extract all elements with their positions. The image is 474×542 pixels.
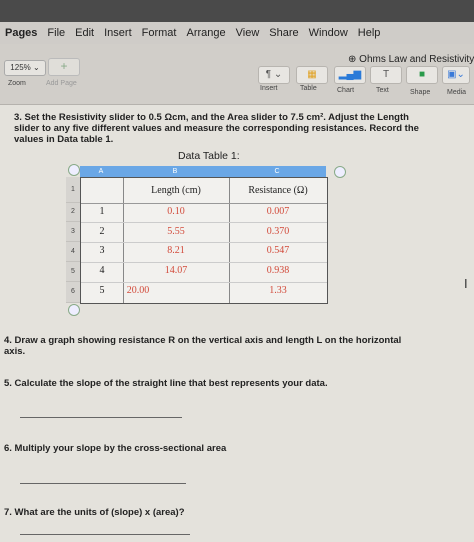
add-column-handle[interactable]	[334, 166, 346, 178]
header-length[interactable]: Length (cm)	[123, 185, 229, 196]
trial-cell[interactable]: 4	[81, 265, 123, 276]
insert-label: Insert	[260, 85, 278, 92]
length-cell[interactable]: 0.10	[123, 206, 229, 217]
menu-edit[interactable]: Edit	[75, 27, 94, 39]
menu-window[interactable]: Window	[309, 27, 348, 39]
trial-cell[interactable]: 3	[81, 245, 123, 256]
shape-button[interactable]: ■	[406, 66, 438, 84]
question-7[interactable]: 7. What are the units of (slope) x (area…	[4, 507, 424, 518]
trial-cell[interactable]: 1	[81, 206, 123, 217]
shape-icon: ■	[418, 69, 426, 80]
media-icon: ▣⌄	[447, 69, 465, 80]
menu-insert[interactable]: Insert	[104, 27, 132, 39]
data-table: Length (cm) Resistance (Ω) 1 0.10 0.007 …	[80, 177, 328, 304]
zoom-select[interactable]: 125% ⌄	[4, 60, 46, 76]
row-header-4[interactable]: 4	[66, 242, 80, 262]
question-3[interactable]: 3. Set the Resistivity slider to 0.5 Ωcm…	[14, 112, 426, 145]
doc-icon: ⊕	[348, 54, 360, 65]
question-5[interactable]: 5. Calculate the slope of the straight l…	[4, 378, 424, 389]
length-cell[interactable]: 8.21	[123, 245, 229, 256]
zoom-label: Zoom	[8, 80, 26, 87]
row-divider	[81, 242, 327, 243]
row-divider	[81, 222, 327, 223]
zoom-value: 125%	[10, 63, 31, 72]
resistance-cell[interactable]: 0.547	[229, 245, 327, 256]
row-divider	[81, 262, 327, 263]
resistance-cell[interactable]: 1.33	[229, 285, 327, 296]
menu-format[interactable]: Format	[142, 27, 177, 39]
media-label: Media	[447, 89, 467, 96]
document-title-text: Ohms Law and Resistivity	[359, 54, 474, 65]
table-title[interactable]: Data Table 1:	[178, 150, 240, 162]
row-header-5[interactable]: 5	[66, 262, 80, 282]
window-top-strip	[0, 0, 474, 22]
shape-label: Shape	[410, 89, 431, 96]
resistance-cell[interactable]: 0.938	[229, 265, 327, 276]
length-cell[interactable]: 5.55	[123, 226, 229, 237]
chart-label: Chart	[337, 87, 355, 94]
trial-cell[interactable]: 5	[81, 285, 123, 296]
column-header-c[interactable]: C	[228, 166, 326, 177]
row-divider	[81, 203, 327, 204]
table-label: Table	[300, 85, 317, 92]
document-title: ⊕ Ohms Law and Resistivity	[348, 54, 474, 65]
text-icon: T	[382, 69, 390, 80]
chart-icon: ▂▄▆	[338, 69, 362, 80]
trial-cell[interactable]: 2	[81, 226, 123, 237]
row-divider	[81, 282, 327, 283]
answer-line-6[interactable]	[20, 483, 186, 484]
menu-help[interactable]: Help	[358, 27, 381, 39]
row-header-1[interactable]: 1	[66, 177, 80, 203]
menu-view[interactable]: View	[236, 27, 260, 39]
chart-button[interactable]: ▂▄▆	[334, 66, 366, 84]
menu-pages[interactable]: Pages	[5, 27, 37, 39]
column-header-a[interactable]: A	[80, 166, 122, 177]
length-cell[interactable]: 20.00	[123, 285, 153, 296]
question-6[interactable]: 6. Multiply your slope by the cross-sect…	[4, 443, 424, 454]
header-resistance[interactable]: Resistance (Ω)	[229, 185, 327, 196]
text-button[interactable]: T	[370, 66, 402, 84]
resistance-cell[interactable]: 0.370	[229, 226, 327, 237]
toolbar: 125% ⌄ + Zoom Add Page ⊕ Ohms Law and Re…	[0, 44, 474, 105]
media-button[interactable]: ▣⌄	[442, 66, 470, 84]
table-select-handle[interactable]	[68, 164, 80, 176]
row-header-2[interactable]: 2	[66, 203, 80, 222]
paragraph-icon: ¶ ⌄	[265, 69, 283, 80]
text-label: Text	[376, 87, 389, 94]
question-4[interactable]: 4. Draw a graph showing resistance R on …	[4, 335, 424, 357]
row-header-3[interactable]: 3	[66, 222, 80, 242]
menu-file[interactable]: File	[47, 27, 65, 39]
column-header-b[interactable]: B	[122, 166, 228, 177]
add-page-label: Add Page	[46, 80, 77, 87]
add-row-handle[interactable]	[68, 304, 80, 316]
menu-arrange[interactable]: Arrange	[186, 27, 225, 39]
menu-bar: Pages File Edit Insert Format Arrange Vi…	[0, 22, 474, 44]
insert-button[interactable]: ¶ ⌄	[258, 66, 290, 84]
menu-share[interactable]: Share	[269, 27, 298, 39]
text-cursor-icon: I	[464, 276, 468, 291]
answer-line-7[interactable]	[20, 534, 190, 535]
table-icon: ▦	[307, 69, 317, 80]
answer-line-5[interactable]	[20, 417, 182, 418]
row-header-6[interactable]: 6	[66, 282, 80, 303]
table-button[interactable]: ▦	[296, 66, 328, 84]
resistance-cell[interactable]: 0.007	[229, 206, 327, 217]
length-cell[interactable]: 14.07	[123, 265, 229, 276]
add-page-button[interactable]: +	[48, 58, 80, 76]
